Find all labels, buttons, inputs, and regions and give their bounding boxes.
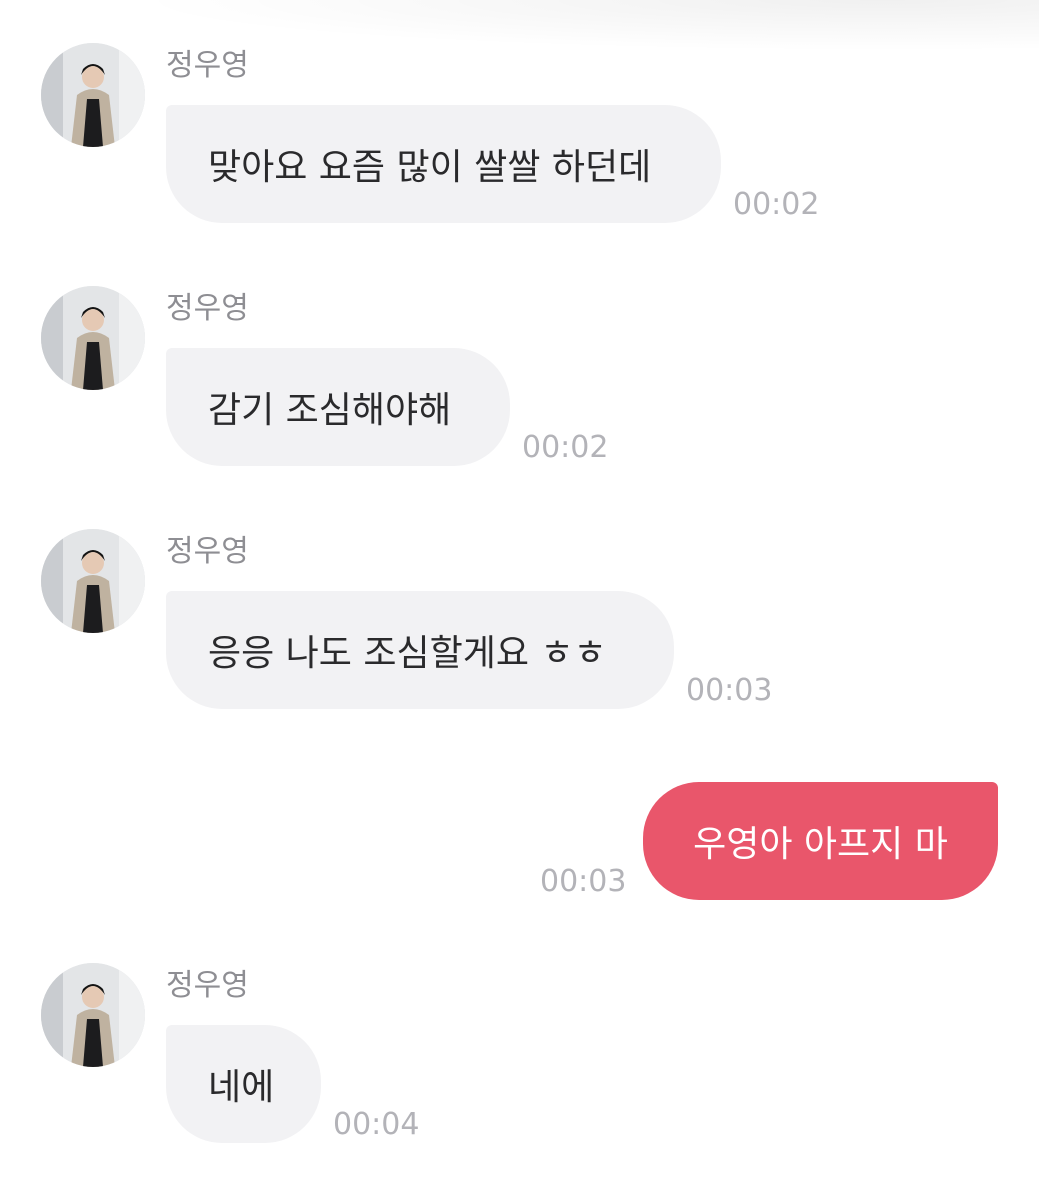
top-shadow bbox=[0, 0, 1039, 60]
profile-photo-icon bbox=[41, 43, 145, 147]
profile-photo-icon bbox=[41, 963, 145, 1067]
sender-name: 정우영 bbox=[166, 291, 249, 326]
message-bubble-incoming[interactable]: 감기 조심해야해 bbox=[166, 348, 510, 466]
profile-photo-icon bbox=[41, 529, 145, 633]
message-timestamp: 00:02 bbox=[522, 430, 609, 465]
message-timestamp: 00:03 bbox=[540, 864, 627, 899]
avatar[interactable] bbox=[41, 286, 145, 390]
message-bubble-incoming[interactable]: 네에 bbox=[166, 1025, 321, 1143]
avatar[interactable] bbox=[41, 963, 145, 1067]
message-bubble-incoming[interactable]: 맞아요 요즘 많이 쌀쌀 하던데 bbox=[166, 105, 721, 223]
avatar[interactable] bbox=[41, 43, 145, 147]
message-timestamp: 00:04 bbox=[333, 1107, 420, 1142]
message-bubble-outgoing[interactable]: 우영아 아프지 마 bbox=[643, 782, 998, 900]
sender-name: 정우영 bbox=[166, 534, 249, 569]
message-timestamp: 00:02 bbox=[733, 187, 820, 222]
avatar[interactable] bbox=[41, 529, 145, 633]
message-timestamp: 00:03 bbox=[686, 673, 773, 708]
profile-photo-icon bbox=[41, 286, 145, 390]
sender-name: 정우영 bbox=[166, 968, 249, 1003]
sender-name: 정우영 bbox=[166, 48, 249, 83]
message-bubble-incoming[interactable]: 응응 나도 조심할게요 ㅎㅎ bbox=[166, 591, 674, 709]
